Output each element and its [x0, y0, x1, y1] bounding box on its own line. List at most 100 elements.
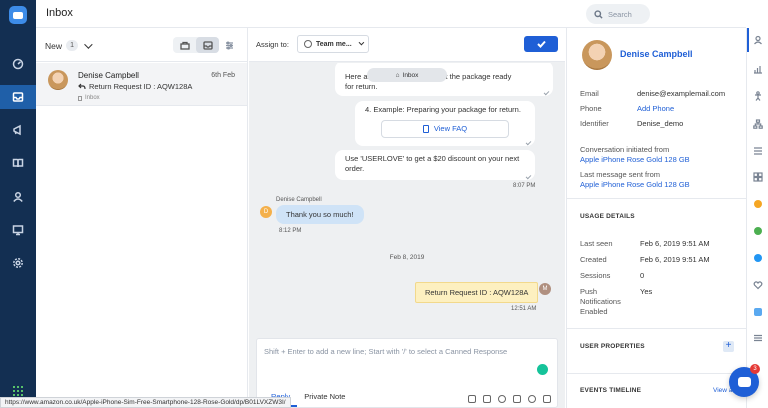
composer-placeholder: Shift + Enter to add a new line; Start w… [264, 347, 508, 356]
reply-composer[interactable]: Shift + Enter to add a new line; Start w… [256, 338, 558, 408]
email-row: Email denise@examplemail.com [580, 89, 725, 98]
contact-panel: Denise Campbell Email denise@examplemail… [566, 28, 746, 408]
divider [567, 328, 746, 329]
integration-blue-icon[interactable] [754, 254, 762, 262]
accessibility-icon[interactable] [753, 91, 763, 101]
avatar [48, 70, 68, 90]
more-options-icon[interactable] [543, 395, 551, 403]
heart-icon[interactable] [753, 280, 763, 290]
report-icon[interactable] [0, 218, 36, 242]
delivered-check-icon [543, 89, 550, 96]
identifier-row: Identifier Denise_demo [580, 119, 683, 128]
view-faq-button[interactable]: View FAQ [381, 120, 509, 138]
agent-message-faq: 4. Example: Preparing your package for r… [355, 101, 535, 146]
assignee-select[interactable]: Team me... [297, 35, 369, 53]
created-label: Created [580, 255, 607, 264]
grammar-icon[interactable] [537, 364, 548, 375]
contact-card-icon[interactable] [753, 35, 763, 45]
integration-square-icon[interactable] [754, 308, 762, 316]
push-label-line: Enabled [580, 307, 608, 316]
settings-icon[interactable] [0, 251, 36, 275]
conversation-subject: Return Request ID : AQW128A [78, 82, 192, 91]
tab-private-note[interactable]: Private Note [297, 387, 352, 407]
integration-green-icon[interactable] [754, 227, 762, 235]
reply-icon [78, 83, 86, 90]
usage-details-title: USAGE DETAILS [580, 213, 635, 220]
message-time: 12:51 AM [511, 306, 537, 312]
agent-message: Use 'USERLOVE' to get a $20 discount on … [335, 150, 535, 180]
status-count-badge: 1 [66, 40, 79, 51]
search-input[interactable]: Search [586, 4, 650, 24]
page-title: Inbox [46, 7, 73, 19]
conversation-list: New 1 Denise Campbell 6th Feb Return Req… [36, 28, 248, 408]
attachment-icon[interactable] [498, 395, 506, 403]
left-nav [0, 0, 36, 408]
composer-toolbar [468, 395, 551, 403]
message-thread: Here are the instructions to get the pac… [249, 63, 565, 337]
message-time: 8:12 PM [279, 228, 302, 234]
view-faq-label: View FAQ [433, 124, 468, 133]
document-icon [422, 125, 429, 133]
chat-header: Assign to: Team me... [249, 28, 565, 62]
conversation-inbox-label: Inbox [85, 95, 100, 101]
inbox-tag-icon [78, 95, 82, 101]
people-view-icon[interactable] [173, 37, 196, 53]
conversation-date: 6th Feb [211, 72, 235, 79]
top-header: Inbox Search [36, 0, 746, 28]
phone-label: Phone [580, 104, 602, 113]
chat-launcher-button[interactable]: 3 [729, 364, 760, 397]
agent-avatar: M [539, 283, 551, 295]
user-properties-title: USER PROPERTIES [580, 343, 645, 350]
conversation-list-header: New 1 [36, 28, 247, 62]
dashboard-icon[interactable] [0, 52, 36, 76]
chevron-down-icon [84, 39, 93, 49]
contact-name[interactable]: Denise Campbell [620, 49, 693, 59]
chat-bubble-icon [737, 377, 751, 387]
list-icon[interactable] [753, 146, 763, 156]
chart-icon[interactable] [753, 64, 763, 74]
inbox-pill-icon: ⌂ [395, 71, 400, 79]
emoji-icon[interactable] [528, 395, 536, 403]
resolve-button[interactable] [524, 36, 558, 52]
inbox-pill-label: Inbox [402, 71, 419, 79]
delivered-check-icon [525, 173, 532, 180]
initiated-from-link[interactable]: Apple iPhone Rose Gold 128 GB [580, 155, 690, 165]
conversation-inbox: Inbox [78, 95, 100, 101]
message-time: 8:07 PM [513, 183, 536, 189]
inbox-icon[interactable] [0, 85, 36, 109]
last-message-from-link[interactable]: Apple iPhone Rose Gold 128 GB [580, 180, 690, 190]
last-seen-label: Last seen [580, 239, 613, 248]
initiated-label: Conversation initiated from [580, 145, 670, 154]
user-icon[interactable] [0, 185, 36, 209]
image-icon[interactable] [513, 395, 521, 403]
megaphone-icon[interactable] [0, 118, 36, 142]
active-indicator [747, 28, 749, 52]
inbox-view-icon[interactable] [196, 37, 219, 53]
article-icon[interactable] [483, 395, 491, 403]
add-phone-link[interactable]: Add Phone [637, 104, 674, 113]
search-placeholder: Search [608, 9, 632, 19]
settings-sliders-icon[interactable] [753, 333, 763, 343]
person-icon [304, 40, 312, 48]
chat-logo-icon[interactable] [9, 6, 27, 24]
email-value: denise@examplemail.com [637, 89, 726, 98]
divider [567, 373, 746, 374]
push-value: Yes [640, 287, 653, 296]
status-filter[interactable]: New 1 [45, 39, 93, 51]
grid-icon[interactable] [753, 172, 763, 182]
conversation-origin: Conversation initiated from Apple iPhone… [580, 145, 690, 165]
conversation-item[interactable]: Denise Campbell 6th Feb Return Request I… [36, 63, 247, 106]
date-separator: Feb 8, 2019 [389, 254, 425, 261]
canned-response-icon[interactable] [468, 395, 476, 403]
assign-label: Assign to: [256, 40, 289, 49]
add-property-button[interactable]: + [723, 341, 734, 352]
hierarchy-icon[interactable] [753, 119, 763, 129]
integration-orange-icon[interactable] [754, 200, 762, 208]
identifier-value: Denise_demo [637, 119, 684, 128]
status-filter-label: New [45, 40, 63, 51]
filter-sliders-icon[interactable] [225, 41, 234, 50]
created-value: Feb 6, 2019 9:51 AM [640, 255, 710, 264]
push-label-line: Push [580, 287, 598, 296]
book-icon[interactable] [0, 151, 36, 175]
apps-grid-icon[interactable] [13, 386, 23, 396]
